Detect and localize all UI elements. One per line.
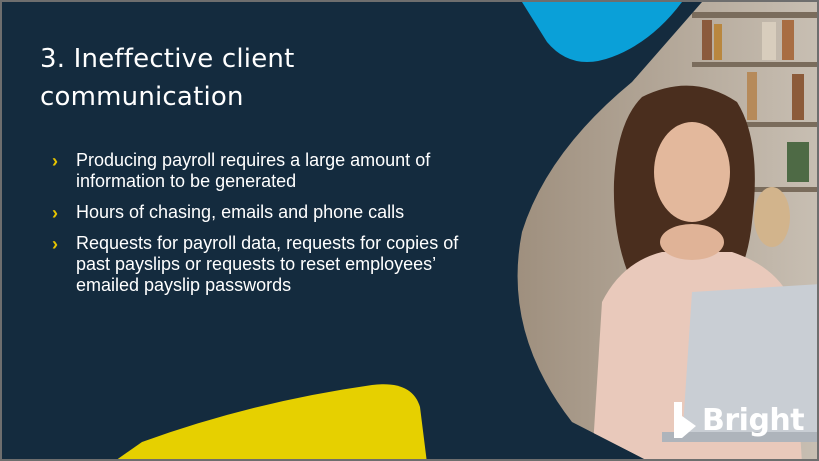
bullet-list: › Producing payroll requires a large amo… xyxy=(52,150,492,306)
list-item: › Producing payroll requires a large amo… xyxy=(52,150,492,192)
yellow-accent-shape xyxy=(117,384,427,459)
chevron-right-icon: › xyxy=(52,234,58,254)
bright-logo-icon xyxy=(674,402,696,438)
chevron-right-icon: › xyxy=(52,151,58,171)
bullet-text: Requests for payroll data, requests for … xyxy=(76,233,459,295)
bright-logo: Bright xyxy=(672,400,805,440)
bullet-text: Hours of chasing, emails and phone calls xyxy=(76,202,405,222)
woman-photo xyxy=(517,2,817,459)
slide-title: 3. Ineffective client communication xyxy=(40,44,295,112)
list-item: › Hours of chasing, emails and phone cal… xyxy=(52,202,492,223)
presentation-slide: 3. Ineffective client communication › Pr… xyxy=(0,0,819,461)
list-item: › Requests for payroll data, requests fo… xyxy=(52,233,492,296)
bullet-text: Producing payroll requires a large amoun… xyxy=(76,150,431,191)
chevron-right-icon: › xyxy=(52,203,58,223)
logo-wordmark: Bright xyxy=(702,402,805,438)
